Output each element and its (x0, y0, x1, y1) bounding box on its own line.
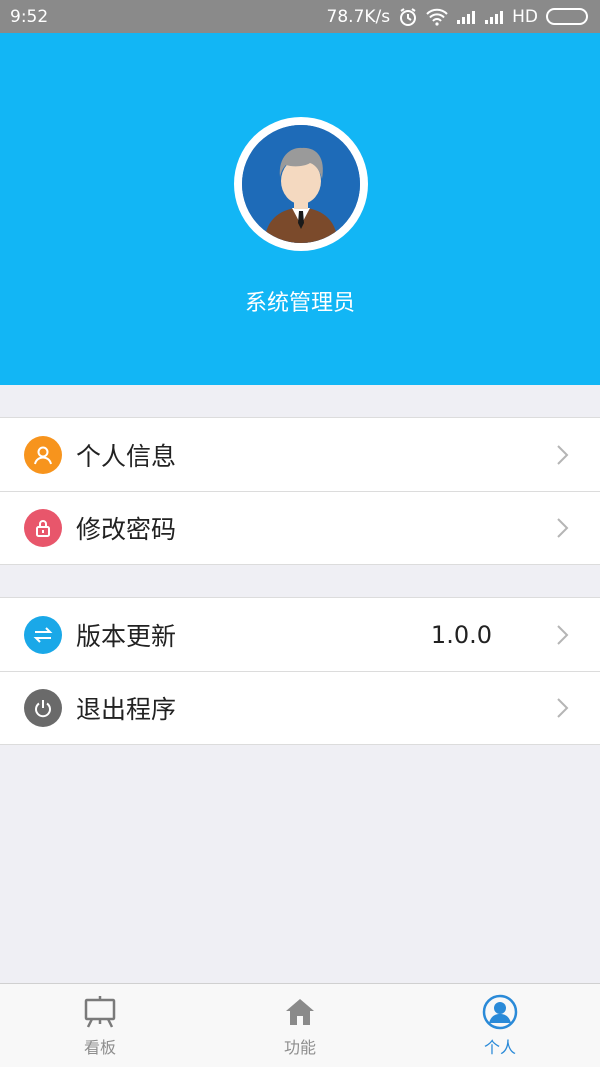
avatar[interactable] (234, 117, 368, 251)
menu-group-app: 版本更新 1.0.0 退出程序 (0, 597, 600, 745)
exit-app-row[interactable]: 退出程序 (0, 671, 600, 744)
lock-icon (24, 508, 62, 547)
tab-functions[interactable]: 功能 (200, 984, 400, 1067)
tab-functions-label: 功能 (283, 1038, 316, 1057)
personal-info-row[interactable]: 个人信息 (0, 418, 600, 491)
status-time: 9:52 (10, 6, 49, 27)
signal-icon (484, 9, 504, 25)
chevron-right-icon (557, 697, 569, 718)
tab-bar: 看板 功能 个人 (0, 983, 600, 1067)
status-right: 78.7K/s HD (327, 7, 588, 27)
signal-icon (456, 9, 476, 25)
tab-board-label: 看板 (83, 1038, 116, 1057)
wifi-icon (426, 8, 448, 26)
board-icon (84, 996, 116, 1028)
network-speed: 78.7K/s (326, 6, 391, 27)
home-icon (286, 999, 314, 1025)
person-icon (24, 435, 62, 474)
tab-personal-label: 个人 (483, 1038, 516, 1057)
battery-icon (546, 8, 588, 25)
tab-personal[interactable]: 个人 (400, 984, 600, 1067)
chevron-right-icon (557, 624, 569, 645)
change-password-label: 修改密码 (76, 514, 177, 544)
menu-group-account: 个人信息 修改密码 (0, 417, 600, 565)
personal-info-label: 个人信息 (76, 441, 177, 471)
user-avatar-icon (242, 125, 360, 243)
person-circle-icon (482, 994, 518, 1030)
status-bar: 9:52 78.7K/s HD (0, 0, 600, 33)
alarm-icon (398, 7, 418, 27)
change-password-row[interactable]: 修改密码 (0, 491, 600, 564)
version-value: 1.0.0 (430, 620, 492, 649)
network-label: HD (512, 6, 538, 27)
exit-app-label: 退出程序 (76, 694, 177, 724)
chevron-right-icon (557, 517, 569, 538)
profile-header: 系统管理员 (0, 33, 600, 385)
tab-board[interactable]: 看板 (0, 984, 200, 1067)
power-icon (24, 688, 62, 727)
username: 系统管理员 (244, 291, 355, 316)
chevron-right-icon (557, 444, 569, 465)
version-update-label: 版本更新 (76, 621, 177, 651)
sync-icon (24, 615, 62, 654)
version-update-row[interactable]: 版本更新 1.0.0 (0, 598, 600, 671)
